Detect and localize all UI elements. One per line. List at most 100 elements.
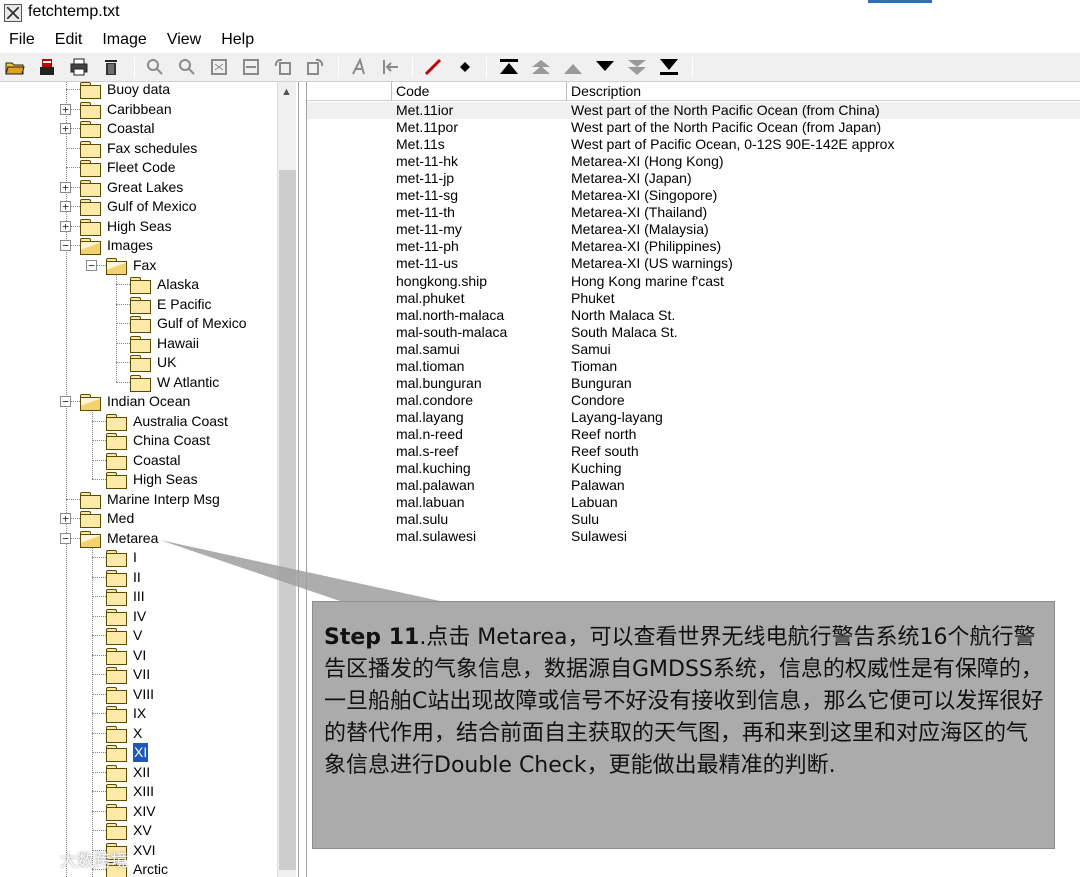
rotate-right-icon[interactable] bbox=[304, 57, 326, 77]
top-icon[interactable] bbox=[498, 57, 520, 77]
scroll-up-icon[interactable]: ▲ bbox=[281, 86, 292, 98]
list-row[interactable]: met-11-th Metarea-XI (Thailand) bbox=[307, 204, 1080, 221]
expand-icon[interactable]: + bbox=[60, 201, 71, 212]
tree-item[interactable]: Fleet Code bbox=[0, 158, 270, 177]
bottom-icon[interactable] bbox=[658, 57, 680, 77]
list-row[interactable]: mal-south-malaca South Malaca St. bbox=[307, 324, 1080, 341]
column-code[interactable]: Code bbox=[392, 82, 567, 101]
tree-scroll-thumb[interactable] bbox=[279, 170, 296, 870]
delete-icon[interactable] bbox=[100, 57, 122, 77]
list-row[interactable]: mal.sulawesi Sulawesi bbox=[307, 528, 1080, 545]
expand-icon[interactable]: + bbox=[60, 220, 71, 232]
tree-item[interactable]: − Images bbox=[0, 236, 270, 255]
list-row[interactable]: mal.north-malaca North Malaca St. bbox=[307, 307, 1080, 324]
tree-item[interactable]: UK bbox=[0, 353, 270, 372]
menu-file[interactable]: File bbox=[0, 30, 45, 52]
tree-item[interactable]: I bbox=[0, 548, 270, 567]
tree-item[interactable]: − Fax bbox=[0, 256, 270, 275]
collapse-icon[interactable]: − bbox=[86, 259, 97, 271]
list-row[interactable]: mal.palawan Palawan bbox=[307, 477, 1080, 494]
list-row[interactable]: mal.n-reed Reef north bbox=[307, 426, 1080, 443]
tree-item[interactable]: XIV bbox=[0, 802, 270, 821]
tree-item[interactable]: V bbox=[0, 626, 270, 645]
tree-item[interactable]: Fax schedules bbox=[0, 139, 270, 158]
list-row[interactable]: Met.11por West part of the North Pacific … bbox=[307, 119, 1080, 136]
tree-item[interactable]: Buoy data bbox=[0, 82, 270, 99]
down-fast-icon[interactable] bbox=[626, 57, 648, 77]
list-row[interactable]: mal.tioman Tioman bbox=[307, 358, 1080, 375]
menu-edit[interactable]: Edit bbox=[45, 30, 93, 52]
expand-icon[interactable]: + bbox=[60, 513, 71, 524]
list-row[interactable]: mal.condore Condore bbox=[307, 392, 1080, 409]
tree-item[interactable]: China Coast bbox=[0, 431, 270, 450]
list-row[interactable]: mal.samui Samui bbox=[307, 341, 1080, 358]
print-icon[interactable] bbox=[68, 57, 90, 77]
menu-help[interactable]: Help bbox=[211, 30, 264, 52]
up-icon[interactable] bbox=[562, 57, 584, 77]
down-icon[interactable] bbox=[594, 57, 616, 77]
tree-item[interactable]: Australia Coast bbox=[0, 412, 270, 431]
save-icon[interactable] bbox=[36, 57, 58, 77]
list-row[interactable]: met-11-ph Metarea-XI (Philippines) bbox=[307, 238, 1080, 255]
zoom-out-icon[interactable] bbox=[176, 57, 198, 77]
list-row[interactable]: met-11-my Metarea-XI (Malaysia) bbox=[307, 221, 1080, 238]
fit-icon[interactable] bbox=[208, 57, 230, 77]
tree-item[interactable]: III bbox=[0, 587, 270, 606]
list-row[interactable]: met-11-us Metarea-XI (US warnings) bbox=[307, 255, 1080, 272]
zoom-in-icon[interactable] bbox=[144, 57, 166, 77]
tree-item[interactable]: XII bbox=[0, 763, 270, 782]
open-folder-icon[interactable] bbox=[4, 57, 26, 77]
tree-item[interactable]: Alaska bbox=[0, 275, 270, 294]
tree-item[interactable]: II bbox=[0, 568, 270, 587]
list-row[interactable]: mal.bunguran Bunguran bbox=[307, 375, 1080, 392]
list-row[interactable]: mal.labuan Labuan bbox=[307, 494, 1080, 511]
expand-icon[interactable]: + bbox=[60, 123, 71, 134]
tree-item[interactable]: + Caribbean bbox=[0, 100, 270, 119]
list-row[interactable]: Met.11ior West part of the North Pacific … bbox=[307, 102, 1080, 119]
list-row[interactable]: mal.phuket Phuket bbox=[307, 290, 1080, 307]
tree-item[interactable]: Coastal bbox=[0, 451, 270, 470]
list-row[interactable]: hongkong.ship Hong Kong marine f'cast bbox=[307, 273, 1080, 290]
menu-image[interactable]: Image bbox=[92, 30, 156, 52]
tree-item[interactable]: VIII bbox=[0, 685, 270, 704]
point-icon[interactable] bbox=[454, 57, 476, 77]
tree-item[interactable]: W Atlantic bbox=[0, 373, 270, 392]
expand-icon[interactable]: + bbox=[60, 181, 71, 193]
menu-view[interactable]: View bbox=[157, 30, 211, 52]
tree-item[interactable]: − Metarea bbox=[0, 529, 270, 548]
tree-item[interactable]: + Gulf of Mexico bbox=[0, 197, 270, 216]
collapse-icon[interactable]: − bbox=[60, 532, 71, 544]
column-description[interactable]: Description bbox=[567, 82, 1080, 101]
list-row[interactable]: mal.layang Layang-layang bbox=[307, 409, 1080, 426]
list-row[interactable]: mal.sulu Sulu bbox=[307, 511, 1080, 528]
tree-item[interactable]: Gulf of Mexico bbox=[0, 314, 270, 333]
collapse-icon[interactable]: − bbox=[60, 240, 71, 251]
line-icon[interactable] bbox=[422, 57, 444, 77]
fit-width-icon[interactable] bbox=[240, 57, 262, 77]
tree-item[interactable]: Marine Interp Msg bbox=[0, 490, 270, 509]
list-row[interactable]: mal.s-reef Reef south bbox=[307, 443, 1080, 460]
tree-item[interactable]: − Indian Ocean bbox=[0, 392, 270, 411]
up-fast-icon[interactable] bbox=[530, 57, 552, 77]
tree-item[interactable]: + Great Lakes bbox=[0, 178, 270, 197]
text-icon[interactable] bbox=[348, 57, 370, 77]
list-row[interactable]: met-11-jp Metarea-XI (Japan) bbox=[307, 170, 1080, 187]
back-icon[interactable] bbox=[380, 57, 402, 77]
tree-item[interactable]: XV bbox=[0, 821, 270, 840]
list-row[interactable]: Met.11s West part of Pacific Ocean, 0-12S… bbox=[307, 136, 1080, 153]
list-row[interactable]: met-11-hk Metarea-XI (Hong Kong) bbox=[307, 153, 1080, 170]
tree-item[interactable]: VI bbox=[0, 646, 270, 665]
tree-item[interactable]: IX bbox=[0, 704, 270, 723]
tree-item[interactable]: + High Seas bbox=[0, 217, 270, 236]
list-row[interactable]: met-11-sg Metarea-XI (Singopore) bbox=[307, 187, 1080, 204]
tree-item[interactable]: XI bbox=[0, 743, 270, 762]
tree-item[interactable]: E Pacific bbox=[0, 295, 270, 314]
list-row[interactable]: mal.kuching Kuching bbox=[307, 460, 1080, 477]
collapse-icon[interactable]: − bbox=[60, 396, 71, 407]
tree-item[interactable]: XIII bbox=[0, 782, 270, 801]
tree-item[interactable]: IV bbox=[0, 607, 270, 626]
tree-item[interactable]: VII bbox=[0, 665, 270, 684]
tree-item[interactable]: + Med bbox=[0, 509, 270, 528]
tree-scrollbar[interactable]: ▲ bbox=[277, 82, 296, 877]
rotate-left-icon[interactable] bbox=[272, 57, 294, 77]
